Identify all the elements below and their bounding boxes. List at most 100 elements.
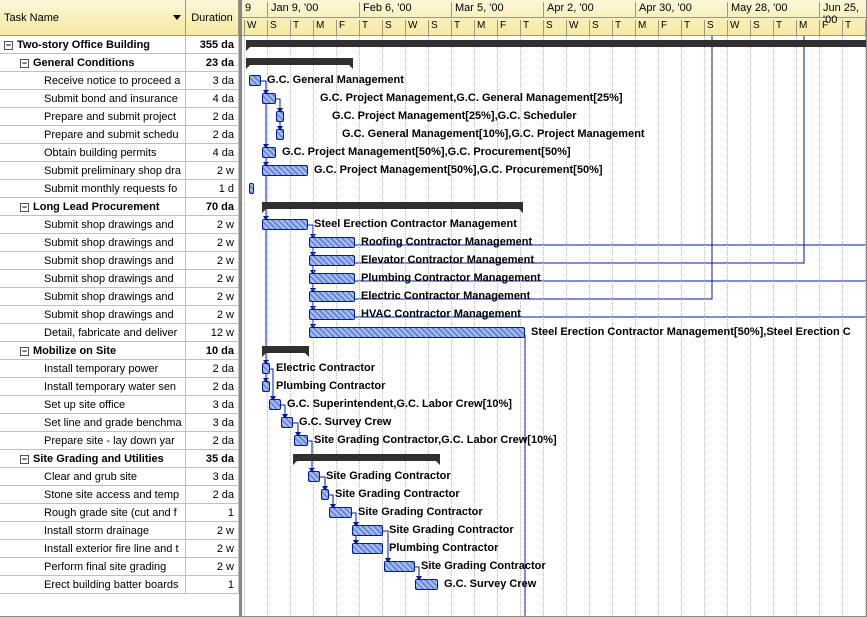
gantt-chart[interactable]: G.C. General ManagementG.C. Project Mana… (242, 36, 866, 616)
table-row[interactable]: Submit shop drawings and2 w (0, 270, 239, 288)
table-row[interactable]: Obtain building permits4 da (0, 144, 239, 162)
duration-cell[interactable]: 3 da (186, 414, 239, 432)
duration-cell[interactable]: 10 da (186, 342, 239, 360)
table-row[interactable]: Prepare and submit project2 da (0, 108, 239, 126)
task-name-cell[interactable]: Submit shop drawings and (0, 306, 186, 324)
duration-cell[interactable]: 2 w (186, 540, 239, 558)
summary-bar[interactable] (262, 202, 523, 209)
duration-cell[interactable]: 1 (186, 576, 239, 594)
task-name-cell[interactable]: −Long Lead Procurement (0, 198, 186, 216)
duration-cell[interactable]: 2 w (186, 558, 239, 576)
col-header-duration[interactable]: Duration (186, 0, 238, 35)
task-name-cell[interactable]: Prepare site - lay down yar (0, 432, 186, 450)
table-row[interactable]: Perform final site grading2 w (0, 558, 239, 576)
task-name-cell[interactable]: Submit monthly requests fo (0, 180, 186, 198)
duration-cell[interactable]: 1 (186, 504, 239, 522)
task-bar[interactable] (309, 237, 355, 248)
table-row[interactable]: Prepare and submit schedu2 da (0, 126, 239, 144)
task-bar[interactable] (262, 381, 270, 392)
task-bar[interactable] (352, 543, 383, 554)
task-bar[interactable] (309, 273, 355, 284)
table-row[interactable]: Stone site access and temp2 da (0, 486, 239, 504)
duration-cell[interactable]: 2 w (186, 216, 239, 234)
table-row[interactable]: Submit shop drawings and2 w (0, 216, 239, 234)
task-bar[interactable] (262, 165, 308, 176)
duration-cell[interactable]: 2 da (186, 378, 239, 396)
duration-cell[interactable]: 2 w (186, 288, 239, 306)
duration-cell[interactable]: 12 w (186, 324, 239, 342)
duration-cell[interactable]: 2 da (186, 360, 239, 378)
task-name-cell[interactable]: Submit shop drawings and (0, 288, 186, 306)
duration-cell[interactable]: 2 da (186, 108, 239, 126)
task-name-cell[interactable]: Prepare and submit project (0, 108, 186, 126)
task-bar[interactable] (384, 561, 415, 572)
task-name-cell[interactable]: Install temporary power (0, 360, 186, 378)
task-name-cell[interactable]: −Mobilize on Site (0, 342, 186, 360)
task-bar[interactable] (309, 309, 355, 320)
duration-cell[interactable]: 4 da (186, 144, 239, 162)
duration-cell[interactable]: 35 da (186, 450, 239, 468)
task-bar[interactable] (249, 183, 254, 194)
task-name-cell[interactable]: Submit shop drawings and (0, 234, 186, 252)
collapse-icon[interactable]: − (20, 455, 29, 464)
task-name-cell[interactable]: Submit shop drawings and (0, 270, 186, 288)
task-bar[interactable] (321, 489, 329, 500)
task-bar[interactable] (269, 399, 281, 410)
table-row[interactable]: Erect building batter boards1 (0, 576, 239, 594)
task-name-cell[interactable]: Stone site access and temp (0, 486, 186, 504)
task-name-cell[interactable]: Receive notice to proceed a (0, 72, 186, 90)
table-row[interactable]: Install exterior fire line and t2 w (0, 540, 239, 558)
summary-bar[interactable] (246, 40, 866, 47)
duration-cell[interactable]: 23 da (186, 54, 239, 72)
task-name-cell[interactable]: Install storm drainage (0, 522, 186, 540)
task-bar[interactable] (276, 129, 284, 140)
col-header-task[interactable]: Task Name (0, 0, 185, 35)
task-name-cell[interactable]: Install temporary water sen (0, 378, 186, 396)
table-row[interactable]: −Two-story Office Building355 da (0, 36, 239, 54)
task-name-cell[interactable]: Submit preliminary shop dra (0, 162, 186, 180)
duration-cell[interactable]: 2 w (186, 162, 239, 180)
task-bar[interactable] (281, 417, 293, 428)
task-bar[interactable] (309, 327, 525, 338)
task-name-cell[interactable]: Set line and grade benchma (0, 414, 186, 432)
task-bar[interactable] (309, 255, 355, 266)
summary-bar[interactable] (293, 454, 440, 461)
table-row[interactable]: Install storm drainage2 w (0, 522, 239, 540)
summary-bar[interactable] (262, 346, 309, 353)
task-bar[interactable] (262, 363, 270, 374)
task-bar[interactable] (415, 579, 438, 590)
table-row[interactable]: Submit monthly requests fo1 d (0, 180, 239, 198)
duration-cell[interactable]: 2 w (186, 522, 239, 540)
table-row[interactable]: Install temporary water sen2 da (0, 378, 239, 396)
table-row[interactable]: Submit shop drawings and2 w (0, 288, 239, 306)
task-name-cell[interactable]: Rough grade site (cut and f (0, 504, 186, 522)
task-bar[interactable] (276, 111, 284, 122)
duration-cell[interactable]: 2 w (186, 306, 239, 324)
task-name-cell[interactable]: Submit shop drawings and (0, 252, 186, 270)
task-name-cell[interactable]: −Site Grading and Utilities (0, 450, 186, 468)
task-name-cell[interactable]: Install exterior fire line and t (0, 540, 186, 558)
table-row[interactable]: Prepare site - lay down yar2 da (0, 432, 239, 450)
task-name-cell[interactable]: −Two-story Office Building (0, 36, 186, 54)
table-row[interactable]: Rough grade site (cut and f1 (0, 504, 239, 522)
task-name-cell[interactable]: Erect building batter boards (0, 576, 186, 594)
table-row[interactable]: −General Conditions23 da (0, 54, 239, 72)
table-row[interactable]: Clear and grub site3 da (0, 468, 239, 486)
table-row[interactable]: −Mobilize on Site10 da (0, 342, 239, 360)
summary-bar[interactable] (246, 58, 353, 65)
table-row[interactable]: Receive notice to proceed a3 da (0, 72, 239, 90)
task-bar[interactable] (249, 75, 261, 86)
task-bar[interactable] (294, 435, 308, 446)
task-name-cell[interactable]: Obtain building permits (0, 144, 186, 162)
duration-cell[interactable]: 2 da (186, 126, 239, 144)
duration-cell[interactable]: 1 d (186, 180, 239, 198)
duration-cell[interactable]: 3 da (186, 72, 239, 90)
collapse-icon[interactable]: − (20, 347, 29, 356)
duration-cell[interactable]: 2 w (186, 252, 239, 270)
duration-cell[interactable]: 355 da (186, 36, 239, 54)
task-bar[interactable] (262, 219, 308, 230)
task-name-cell[interactable]: −General Conditions (0, 54, 186, 72)
collapse-icon[interactable]: − (4, 41, 13, 50)
duration-cell[interactable]: 2 da (186, 432, 239, 450)
table-row[interactable]: Submit shop drawings and2 w (0, 252, 239, 270)
